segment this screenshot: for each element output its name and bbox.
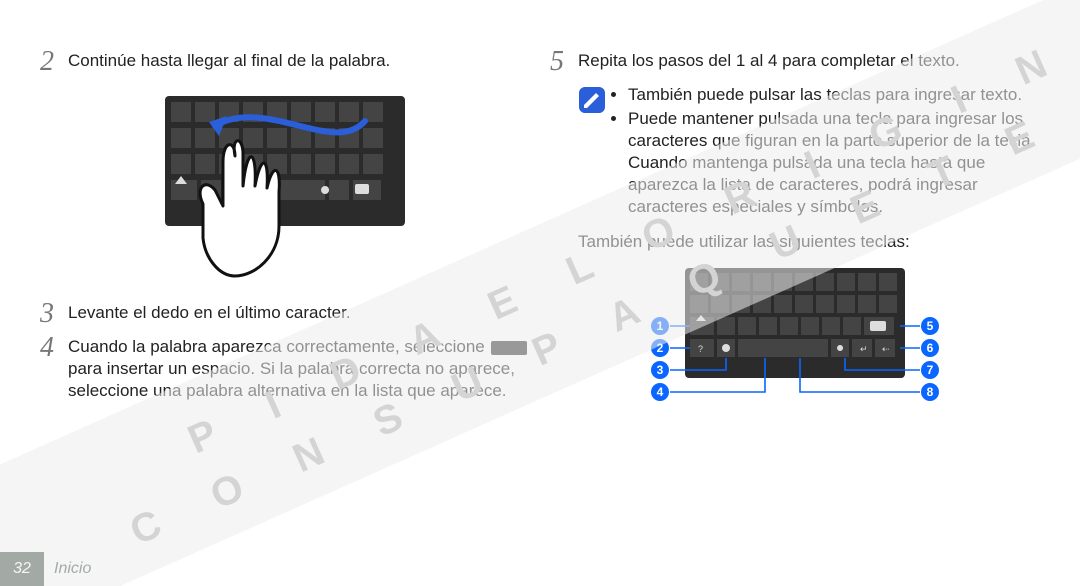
- step-4-text: Cuando la palabra aparezca correctamente…: [68, 336, 530, 402]
- page-number: 32: [0, 552, 44, 586]
- step-2: 2 Continúe hasta llegar al final de la p…: [40, 50, 530, 76]
- keyboard-annotated-illustration: ? ↵ ⇠ 1 2: [630, 263, 960, 443]
- step-5-text: Repita los pasos del 1 al 4 para complet…: [578, 50, 1040, 72]
- step-4-text-b: para insertar un espacio. Si la palabra …: [68, 359, 515, 400]
- right-column: 5 Repita los pasos del 1 al 4 para compl…: [540, 50, 1050, 540]
- svg-text:↵: ↵: [860, 344, 868, 354]
- svg-text:7: 7: [927, 363, 934, 377]
- left-column: 2 Continúe hasta llegar al final de la p…: [30, 50, 540, 540]
- step-number-4: 4: [40, 334, 68, 362]
- step-number-3: 3: [40, 300, 68, 328]
- note-bullet-2: Puede mantener pulsada una tecla para in…: [628, 108, 1040, 218]
- svg-text:2: 2: [657, 341, 664, 355]
- note-icon: [578, 86, 606, 114]
- step-3-text: Levante el dedo en el último caracter.: [68, 302, 530, 324]
- also-text: También puede utilizar las siguientes te…: [578, 231, 1040, 253]
- step-3: 3 Levante el dedo en el último caracter.: [40, 302, 530, 328]
- svg-text:4: 4: [657, 385, 664, 399]
- svg-text:⇠: ⇠: [882, 344, 890, 354]
- page-footer: 32 Inicio: [0, 552, 91, 586]
- step-4-text-a: Cuando la palabra aparezca correctamente…: [68, 337, 489, 356]
- note-list: También puede pulsar las teclas para ing…: [614, 84, 1040, 221]
- step-number-2: 2: [40, 48, 68, 76]
- svg-text:5: 5: [927, 319, 934, 333]
- note-block: También puede pulsar las teclas para ing…: [578, 84, 1040, 221]
- step-4: 4 Cuando la palabra aparezca correctamen…: [40, 336, 530, 402]
- space-key-icon: [491, 341, 527, 355]
- step-2-text: Continúe hasta llegar al final de la pal…: [68, 50, 530, 72]
- svg-text:1: 1: [657, 319, 664, 333]
- step-5: 5 Repita los pasos del 1 al 4 para compl…: [550, 50, 1040, 76]
- keyboard-swipe-illustration: [155, 86, 415, 286]
- svg-text:?: ?: [698, 344, 703, 354]
- step-number-5: 5: [550, 48, 578, 76]
- section-name: Inicio: [54, 560, 91, 578]
- svg-text:3: 3: [657, 363, 664, 377]
- svg-text:8: 8: [927, 385, 934, 399]
- svg-text:6: 6: [927, 341, 934, 355]
- note-bullet-1: También puede pulsar las teclas para ing…: [628, 84, 1040, 106]
